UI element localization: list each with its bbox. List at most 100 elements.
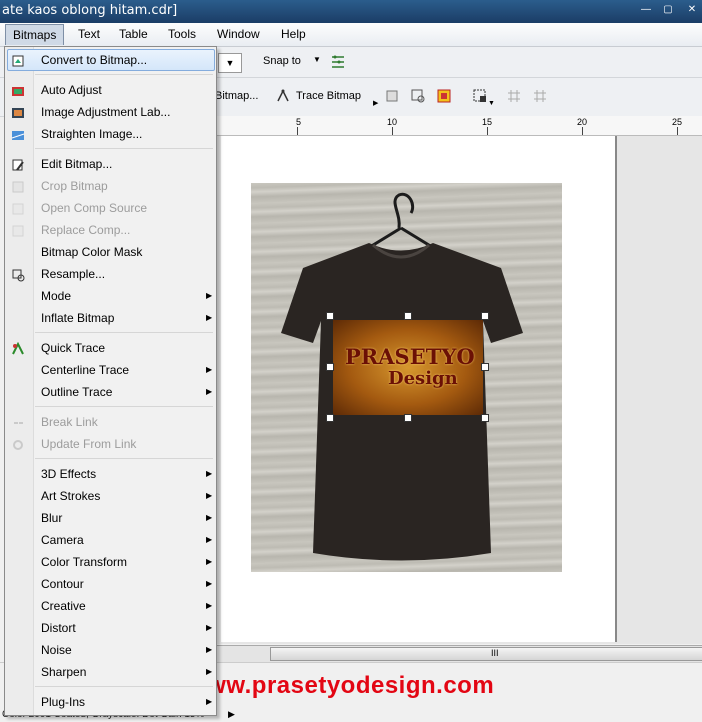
submenu-arrow-icon: ▶ bbox=[206, 513, 213, 522]
adjustment-lab-icon bbox=[12, 108, 24, 118]
ruler-label: 5 bbox=[296, 117, 302, 127]
menu-item-straighten-image[interactable]: Straighten Image... bbox=[41, 127, 142, 141]
menu-window[interactable]: Window bbox=[217, 27, 260, 41]
quick-trace-icon bbox=[12, 342, 24, 355]
snap-to-button[interactable]: Snap to bbox=[263, 55, 301, 67]
selection-handle[interactable] bbox=[481, 414, 489, 422]
window-title: ate kaos oblong hitam.cdr] bbox=[2, 3, 178, 18]
menu-icon-gutter bbox=[5, 47, 34, 715]
dropdown-chevron-icon[interactable]: ▼ bbox=[218, 53, 242, 73]
menu-item-image-adjustment-lab[interactable]: Image Adjustment Lab... bbox=[41, 105, 170, 119]
ruler-label: 25 bbox=[672, 117, 683, 127]
ruler-tick bbox=[487, 127, 488, 135]
menu-item-camera[interactable]: Camera bbox=[41, 533, 84, 547]
menu-item-break-link: Break Link bbox=[41, 415, 98, 429]
selection-handle[interactable] bbox=[326, 414, 334, 422]
menu-table[interactable]: Table bbox=[119, 27, 148, 41]
scrollbar-thumb[interactable]: III bbox=[270, 647, 702, 661]
menu-item-creative[interactable]: Creative bbox=[41, 599, 86, 613]
menu-item-noise[interactable]: Noise bbox=[41, 643, 72, 657]
grid-tool-2-icon[interactable] bbox=[532, 88, 548, 104]
menu-item-plug-ins[interactable]: Plug-Ins bbox=[41, 695, 85, 709]
menu-item-bitmap-color-mask[interactable]: Bitmap Color Mask bbox=[41, 245, 142, 259]
trace-dropdown-icon[interactable]: ▶ bbox=[373, 99, 378, 107]
submenu-arrow-icon: ▶ bbox=[206, 645, 213, 654]
crop-icon bbox=[12, 181, 24, 193]
design-title-text: PRASETYO bbox=[345, 344, 475, 369]
ruler-label: 10 bbox=[387, 117, 398, 127]
submenu-arrow-icon: ▶ bbox=[206, 579, 213, 588]
resample-icon bbox=[12, 269, 25, 282]
menu-item-distort[interactable]: Distort bbox=[41, 621, 76, 635]
selection-handle[interactable] bbox=[404, 414, 412, 422]
bitmap-button[interactable]: Bitmap... bbox=[215, 90, 258, 102]
selection-handle[interactable] bbox=[404, 312, 412, 320]
menu-item-mode[interactable]: Mode bbox=[41, 289, 71, 303]
ruler-label: 20 bbox=[577, 117, 588, 127]
auto-adjust-icon bbox=[12, 87, 24, 96]
scrollbar-grip: III bbox=[491, 648, 499, 658]
menu-separator bbox=[35, 148, 213, 149]
straighten-icon bbox=[11, 131, 25, 140]
submenu-arrow-icon: ▶ bbox=[206, 291, 213, 300]
edit-bitmap-icon bbox=[12, 159, 24, 171]
design-subtitle-text: Design bbox=[388, 368, 458, 389]
menu-separator bbox=[35, 406, 213, 407]
snap-options-icon[interactable] bbox=[330, 54, 346, 70]
menu-item-inflate-bitmap[interactable]: Inflate Bitmap bbox=[41, 311, 114, 325]
menu-item-blur[interactable]: Blur bbox=[41, 511, 62, 525]
grid-tool-icon[interactable] bbox=[506, 88, 522, 104]
menu-help[interactable]: Help bbox=[281, 27, 306, 41]
submenu-arrow-icon: ▶ bbox=[206, 491, 213, 500]
submenu-arrow-icon: ▶ bbox=[206, 623, 213, 632]
menu-separator bbox=[35, 686, 213, 687]
selection-handle[interactable] bbox=[326, 363, 334, 371]
selection-handle[interactable] bbox=[326, 312, 334, 320]
menu-item-centerline-trace[interactable]: Centerline Trace bbox=[41, 363, 129, 377]
menu-item-update-from-link: Update From Link bbox=[41, 437, 137, 451]
snap-dropdown-icon[interactable]: ▼ bbox=[313, 55, 321, 64]
ruler-tick bbox=[297, 127, 298, 135]
menu-bitmaps[interactable]: Bitmaps bbox=[5, 24, 65, 45]
menu-item-color-transform[interactable]: Color Transform bbox=[41, 555, 127, 569]
ruler-label: 15 bbox=[482, 117, 493, 127]
position-dropdown-icon[interactable]: ▼ bbox=[488, 100, 495, 107]
menu-item-auto-adjust[interactable]: Auto Adjust bbox=[41, 83, 102, 97]
trace-bitmap-button[interactable]: Trace Bitmap bbox=[296, 90, 361, 102]
selection-handle[interactable] bbox=[481, 312, 489, 320]
window-title-bar: ate kaos oblong hitam.cdr] — ▢ ✕ bbox=[0, 0, 702, 23]
menu-separator bbox=[35, 458, 213, 459]
status-expand-icon[interactable]: ▶ bbox=[228, 709, 235, 720]
menu-item-edit-bitmap[interactable]: Edit Bitmap... bbox=[41, 157, 112, 171]
menu-text[interactable]: Text bbox=[78, 27, 100, 41]
selected-bitmap-design[interactable]: PRASETYO Design bbox=[333, 320, 483, 415]
submenu-arrow-icon: ▶ bbox=[206, 469, 213, 478]
update-link-icon bbox=[13, 440, 23, 450]
watermark-url: www.prasetyodesign.com bbox=[188, 672, 495, 699]
menu-item-quick-trace[interactable]: Quick Trace bbox=[41, 341, 105, 355]
maximize-button[interactable]: ▢ bbox=[660, 0, 676, 22]
menu-item-convert-to-bitmap[interactable]: Convert to Bitmap... bbox=[41, 53, 147, 67]
menu-item-open-comp-source: Open Comp Source bbox=[41, 201, 148, 215]
minimize-button[interactable]: — bbox=[638, 0, 654, 22]
menu-tools[interactable]: Tools bbox=[168, 27, 196, 41]
menu-item-3d-effects[interactable]: 3D Effects bbox=[41, 467, 96, 481]
menu-item-sharpen[interactable]: Sharpen bbox=[41, 665, 86, 679]
position-icon[interactable] bbox=[472, 88, 488, 104]
resample-tool-icon[interactable] bbox=[410, 88, 426, 104]
crop-frame-icon[interactable] bbox=[384, 88, 400, 104]
color-mask-icon[interactable] bbox=[436, 88, 452, 104]
submenu-arrow-icon: ▶ bbox=[206, 601, 213, 610]
bitmaps-dropdown-menu: Convert to Bitmap... Auto Adjust Image Adj… bbox=[4, 46, 217, 716]
submenu-arrow-icon: ▶ bbox=[206, 697, 213, 706]
menu-item-replace-comp: Replace Comp... bbox=[41, 223, 131, 237]
menu-item-crop-bitmap: Crop Bitmap bbox=[41, 179, 108, 193]
submenu-arrow-icon: ▶ bbox=[206, 667, 213, 676]
selection-handle[interactable] bbox=[481, 363, 489, 371]
ruler-tick bbox=[677, 127, 678, 135]
menu-item-art-strokes[interactable]: Art Strokes bbox=[41, 489, 100, 503]
menu-item-contour[interactable]: Contour bbox=[41, 577, 84, 591]
menu-item-resample[interactable]: Resample... bbox=[41, 267, 105, 281]
menu-item-outline-trace[interactable]: Outline Trace bbox=[41, 385, 112, 399]
close-button[interactable]: ✕ bbox=[684, 0, 700, 22]
